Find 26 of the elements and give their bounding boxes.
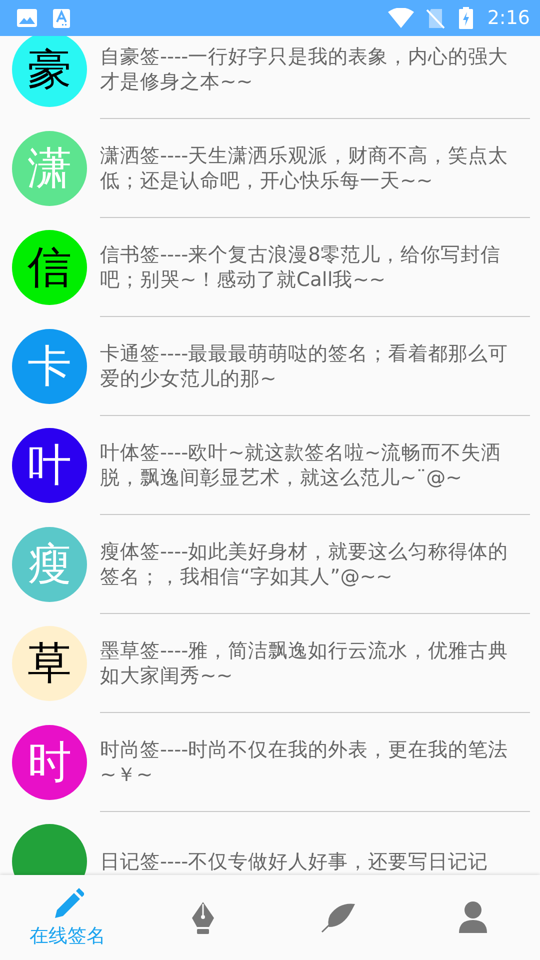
battery-charging-icon bbox=[459, 7, 474, 29]
clock-time: 2:16 bbox=[487, 7, 530, 29]
avatar: 草 bbox=[12, 626, 87, 701]
signature-description[interactable]: 日记签----不仅专做好人好事，还要写日记记 bbox=[100, 848, 492, 874]
avatar: 潇 bbox=[12, 131, 87, 206]
signature-description[interactable]: 瘦体签----如此美好身材，就要这么匀称得体的签名；，我相信“字如其人”@~~ bbox=[100, 539, 530, 589]
keyboard-icon bbox=[53, 8, 70, 28]
signature-description[interactable]: 叶体签----欧叶~就这款签名啦~流畅而不失洒脱，飘逸间彰显艺术，就这么范儿~¨@~ bbox=[100, 440, 530, 490]
avatar: 卡 bbox=[12, 329, 87, 404]
pen-nib-icon bbox=[190, 900, 216, 934]
signature-description[interactable]: 时尚签----时尚不仅在我的外表，更在我的笔法~￥~ bbox=[100, 737, 530, 787]
wifi-icon bbox=[388, 8, 414, 28]
signature-description[interactable]: 墨草签----雅，简洁飘逸如行云流水，优雅古典如大家闺秀~~ bbox=[100, 638, 530, 688]
no-sim-icon bbox=[426, 8, 446, 28]
avatar: 信 bbox=[12, 230, 87, 305]
signature-description[interactable]: 潇洒签----天生潇洒乐观派，财商不高，笑点太低；还是认命吧，开心快乐每一天~~ bbox=[100, 143, 530, 193]
feather-icon bbox=[320, 902, 354, 932]
signature-description[interactable]: 卡通签----最最最萌萌哒的签名；看着都那么可爱的少女范儿的那~ bbox=[100, 341, 530, 391]
avatar: 豪 bbox=[12, 36, 87, 107]
avatar: 叶 bbox=[12, 428, 87, 503]
avatar: 瘦 bbox=[12, 527, 87, 602]
image-icon bbox=[17, 9, 37, 27]
person-icon bbox=[458, 900, 488, 934]
signature-description[interactable]: 信书签----来个复古浪漫8零范儿，给你写封信吧；别哭~！感动了就Call我~~ bbox=[100, 242, 530, 292]
signature-description[interactable]: 自豪签----一行好字只是我的表象，内心的强大才是修身之本~~ bbox=[100, 44, 530, 94]
avatar: 时 bbox=[12, 725, 87, 800]
